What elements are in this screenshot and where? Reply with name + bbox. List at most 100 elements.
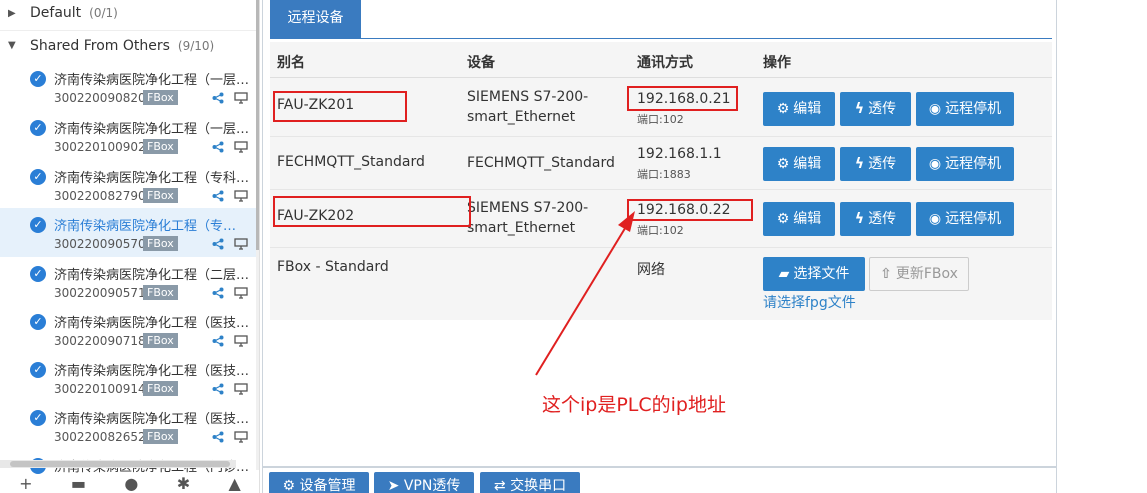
table-row: FECHMQTT_Standard FECHMQTT_Standard 192.… [270, 138, 1052, 190]
passthrough-button[interactable]: ϟ 透传 [840, 92, 911, 126]
fbox-badge: FBox [143, 90, 178, 105]
tab-remote-devices[interactable]: 远程设备 [270, 0, 361, 38]
highlight-box [627, 199, 753, 221]
swap-serial-button[interactable]: ⇄ 交换串口 [480, 472, 580, 493]
device-serial: 300220090820 [54, 91, 146, 105]
device-item[interactable]: ✓ 济南传染病医院净化工程（一层… 300220100902 FBox [0, 111, 259, 160]
check-circle-icon: ✓ [30, 362, 46, 378]
remote-stop-button[interactable]: ◉ 远程停机 [916, 147, 1014, 181]
check-circle-icon: ✓ [30, 314, 46, 330]
port-cell: 端口:1883 [637, 168, 691, 181]
fbox-badge: FBox [143, 139, 178, 154]
check-circle-icon: ✓ [30, 266, 46, 282]
device-cell: SIEMENS S7-200-smart_Ethernet [467, 89, 589, 125]
header-device: 设备 [467, 55, 495, 71]
monitor-icon[interactable] [234, 92, 248, 104]
header-actions: 操作 [763, 55, 791, 71]
caret-right-icon[interactable]: ▶ [8, 8, 18, 19]
choose-fpg-hint: 请选择fpg文件 [763, 295, 856, 311]
monitor-icon[interactable] [234, 383, 248, 395]
check-circle-icon: ✓ [30, 169, 46, 185]
check-circle-icon: ✓ [30, 410, 46, 426]
vpn-passthrough-button[interactable]: ➤ VPN透传 [374, 472, 474, 493]
device-item[interactable]: ✓ 济南传染病医院净化工程（专科… 300220082790 FBox [0, 160, 259, 209]
device-serial: 300220090718 [54, 334, 146, 348]
caret-down-icon[interactable]: ▼ [8, 40, 18, 51]
user-icon[interactable]: ● [124, 476, 138, 492]
share-icon[interactable] [212, 383, 224, 395]
swap-icon: ⇄ [493, 478, 511, 493]
group-default[interactable]: ▶ Default (0/1) [0, 0, 259, 28]
passthrough-button[interactable]: ϟ 透传 [840, 147, 911, 181]
monitor-icon[interactable] [234, 287, 248, 299]
check-circle-icon: ✓ [30, 217, 46, 233]
device-item[interactable]: ✓ 济南传染病医院净化工程（医技… 300220082652 FBox [0, 401, 259, 450]
fbox-badge: FBox [143, 333, 178, 348]
gear-icon: ⚙ [776, 156, 790, 172]
group-label: Default [30, 5, 82, 21]
folder-icon[interactable]: ▬ [71, 476, 86, 492]
device-serial: 300220082790 [54, 189, 146, 203]
share-icon[interactable] [212, 92, 224, 104]
share-icon[interactable] [212, 335, 224, 347]
remote-device-table: 别名 设备 通讯方式 操作 FAU-ZK201 SIEMENS S7-200-s… [270, 42, 1052, 320]
sidebar-horizontal-scrollbar[interactable] [0, 460, 236, 468]
device-item[interactable]: ✓ 济南传染病医院净化工程（一层… 300220090820 FBox [0, 62, 259, 111]
monitor-icon[interactable] [234, 141, 248, 153]
main-divider [262, 466, 1057, 468]
monitor-icon[interactable] [234, 238, 248, 250]
update-fbox-button[interactable]: ⇧ 更新FBox [869, 257, 969, 291]
remote-stop-button[interactable]: ◉ 远程停机 [916, 92, 1014, 126]
group-label: Shared From Others [30, 37, 170, 54]
device-name: 济南传染病医院净化工程（医技… [54, 364, 250, 379]
remote-stop-button[interactable]: ◉ 远程停机 [916, 202, 1014, 236]
edit-button[interactable]: ⚙ 编辑 [763, 92, 835, 126]
bolt-icon: ϟ [854, 101, 865, 117]
scroll-thumb[interactable] [256, 0, 259, 250]
sidebar-vertical-scrollbar[interactable] [256, 0, 259, 470]
annotation-text: 这个ip是PLC的ip地址 [542, 394, 726, 416]
scroll-thumb[interactable] [10, 461, 230, 467]
device-item[interactable]: ✓ 济南传染病医院净化工程（医技… 300220100914 FBox [0, 353, 259, 402]
folder-open-icon: ▰ [778, 266, 790, 282]
check-circle-icon: ✓ [30, 71, 46, 87]
device-management-button[interactable]: ⚙ 设备管理 [269, 472, 369, 493]
device-cell: FECHMQTT_Standard [467, 155, 615, 171]
share-icon[interactable] [212, 190, 224, 202]
arrow-icon [535, 211, 635, 376]
fbox-badge: FBox [143, 236, 178, 251]
share-icon[interactable] [212, 238, 224, 250]
passthrough-button[interactable]: ϟ 透传 [840, 202, 911, 236]
device-name: 济南传染病医院净化工程（医技… [54, 316, 250, 331]
share-icon[interactable] [212, 287, 224, 299]
edit-button[interactable]: ⚙ 编辑 [763, 147, 835, 181]
device-sidebar: ▶ Default (0/1) ▼ Shared From Others (9/… [0, 0, 260, 493]
monitor-icon[interactable] [234, 431, 248, 443]
device-serial: 300220100902 [54, 140, 146, 154]
bolt-icon: ϟ [854, 156, 865, 172]
header-alias: 别名 [277, 55, 305, 71]
device-item[interactable]: ✓ 济南传染病医院净化工程（二层… 300220090571 FBox [0, 257, 259, 306]
check-circle-icon: ✓ [30, 120, 46, 136]
fbox-badge: FBox [143, 188, 178, 203]
gear-icon[interactable]: ✱ [177, 476, 190, 492]
monitor-icon[interactable] [234, 190, 248, 202]
ip-cell: 192.168.1.1 [637, 146, 722, 162]
home-icon[interactable]: ▲ [228, 476, 240, 492]
monitor-icon[interactable] [234, 335, 248, 347]
share-icon[interactable] [212, 431, 224, 443]
share-icon[interactable] [212, 141, 224, 153]
tab-underline [270, 38, 1052, 39]
add-icon[interactable]: + [19, 476, 32, 492]
device-name: 济南传染病医院净化工程（医技… [54, 412, 250, 427]
device-item-selected[interactable]: ✓ 济南传染病医院净化工程（专… 300220090570 FBox [0, 208, 259, 257]
device-item[interactable]: ✓ 济南传染病医院净化工程（医技… 300220090718 FBox [0, 305, 259, 354]
device-serial: 300220090571 [54, 286, 146, 300]
group-shared[interactable]: ▼ Shared From Others (9/10) [0, 30, 259, 60]
highlight-box [627, 86, 738, 111]
edit-button[interactable]: ⚙ 编辑 [763, 202, 835, 236]
send-icon: ➤ [387, 478, 404, 493]
choose-file-button[interactable]: ▰ 选择文件 [763, 257, 865, 291]
highlight-box [273, 196, 471, 227]
port-cell: 端口:102 [637, 113, 684, 126]
